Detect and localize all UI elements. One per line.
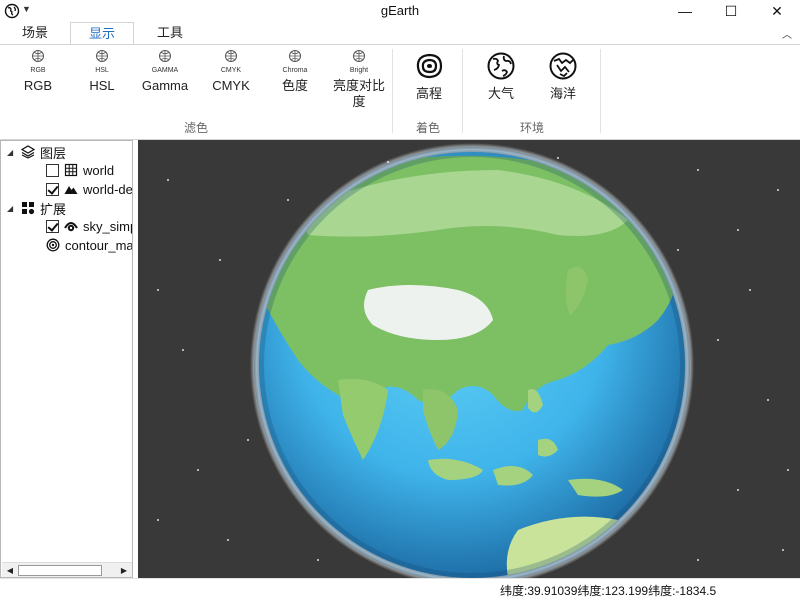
group-separator <box>600 49 601 133</box>
status-bar: 纬度:39.91039纬度:123.199纬度:-1834.5 <box>0 578 800 600</box>
layers-icon <box>21 145 35 159</box>
scroll-right-icon[interactable]: ▶ <box>116 563 132 577</box>
tree-label-extensions: 扩展 <box>40 201 67 217</box>
title-bar: ▼ gEarth — ☐ ✕ <box>0 0 800 22</box>
tab-tools[interactable]: 工具 <box>142 22 198 45</box>
elevation-contour-icon <box>416 53 443 79</box>
atmosphere-label: 大气 <box>487 86 514 101</box>
scrollbar-thumb[interactable] <box>18 565 102 576</box>
tree-item-world-dem[interactable]: world-dem <box>46 180 133 198</box>
sky-eye-icon <box>64 222 78 232</box>
world-dem-checkbox[interactable] <box>46 182 59 196</box>
contour-icon <box>46 238 60 252</box>
environment-group-label: 环境 <box>519 121 544 135</box>
tree-horizontal-scrollbar[interactable]: ◀ ▶ <box>2 562 132 577</box>
mountain-icon <box>64 186 78 194</box>
chroma-mini-label: Chroma <box>282 67 308 74</box>
tree-label-world-dem: world-dem <box>83 181 133 197</box>
hsl-mini-label: HSL <box>95 67 109 74</box>
elevation-button[interactable]: 高程 <box>408 49 450 102</box>
filter-globe-icon <box>289 50 301 62</box>
atmosphere-button[interactable]: 大气 <box>480 49 522 102</box>
collapse-triangle-icon[interactable]: ◢ <box>7 204 17 213</box>
elevation-label: 高程 <box>415 86 442 101</box>
tree-label-sky-simple: sky_simple <box>83 218 132 234</box>
cmyk-button[interactable]: CMYK CMYK <box>208 49 254 94</box>
tree-label-contour-map: contour_map <box>65 237 133 253</box>
cmyk-mini-label: CMYK <box>220 67 242 74</box>
ocean-button[interactable]: 海洋 <box>542 49 584 102</box>
bright-button[interactable]: Bright 亮度对比 度 <box>330 49 388 110</box>
tab-scene[interactable]: 场景 <box>8 22 62 45</box>
tree-label-layers: 图层 <box>40 145 67 161</box>
ocean-globe-icon <box>549 52 577 80</box>
scroll-left-icon[interactable]: ◀ <box>2 563 18 577</box>
ribbon-panel: RGB RGB HSL HSL GAMMA Gamma CMYK CMYK Ch… <box>0 44 800 140</box>
collapse-triangle-icon[interactable]: ◢ <box>7 148 17 157</box>
filter-globe-icon <box>96 50 108 62</box>
minimize-button[interactable]: — <box>662 0 708 22</box>
tree-item-sky-simple[interactable]: sky_simple <box>46 217 132 235</box>
bright-label-line2: 度 <box>352 94 366 109</box>
maximize-button[interactable]: ☐ <box>708 0 754 22</box>
cmyk-label: CMYK <box>212 78 250 93</box>
globe-canvas[interactable] <box>138 140 800 578</box>
collapse-ribbon-icon[interactable]: ︿ <box>782 26 792 41</box>
color-group-label: 着色 <box>415 121 440 135</box>
chroma-button[interactable]: Chroma 色度 <box>272 49 318 94</box>
extensions-icon <box>22 202 35 215</box>
layer-tree-panel: ◢ 图层 world world-dem ◢ 扩展 sky_simple con… <box>0 140 133 578</box>
hsl-label: HSL <box>89 78 115 93</box>
gamma-mini-label: GAMMA <box>151 67 179 74</box>
grid-table-icon <box>64 163 78 177</box>
close-button[interactable]: ✕ <box>754 0 800 22</box>
rgb-label: RGB <box>23 78 53 93</box>
filter-globe-icon <box>32 50 44 62</box>
atmosphere-globe-icon <box>487 52 515 80</box>
filter-group-label: 滤色 <box>183 121 208 135</box>
bright-label: 亮度对比 <box>332 78 385 93</box>
world-checkbox[interactable] <box>46 163 59 177</box>
sky-simple-checkbox[interactable] <box>46 219 59 233</box>
globe-viewport[interactable] <box>138 140 800 578</box>
filter-globe-icon <box>353 50 365 62</box>
bright-mini-label: Bright <box>349 67 369 74</box>
ribbon-tabs: 场景 显示 工具 ︿ <box>0 22 800 45</box>
group-separator <box>462 49 463 133</box>
chroma-label: 色度 <box>281 78 308 93</box>
filter-globe-icon <box>159 50 171 62</box>
hsl-button[interactable]: HSL HSL <box>82 49 122 94</box>
gamma-button[interactable]: GAMMA Gamma <box>140 49 190 94</box>
tab-display[interactable]: 显示 <box>70 22 134 45</box>
coordinate-readout: 纬度:39.91039纬度:123.199纬度:-1834.5 <box>500 584 717 598</box>
tree-label-world: world <box>83 162 115 178</box>
rgb-mini-label: RGB <box>30 67 46 74</box>
tree-item-world[interactable]: world <box>46 161 114 179</box>
ocean-label: 海洋 <box>549 86 576 101</box>
gamma-label: Gamma <box>141 78 189 93</box>
tree-node-extensions[interactable]: ◢ 扩展 <box>7 199 66 217</box>
group-separator <box>392 49 393 133</box>
tree-node-layers[interactable]: ◢ 图层 <box>7 143 66 161</box>
tree-item-contour-map[interactable]: contour_map <box>46 236 133 254</box>
filter-globe-icon <box>225 50 237 62</box>
rgb-button[interactable]: RGB RGB <box>18 49 58 94</box>
